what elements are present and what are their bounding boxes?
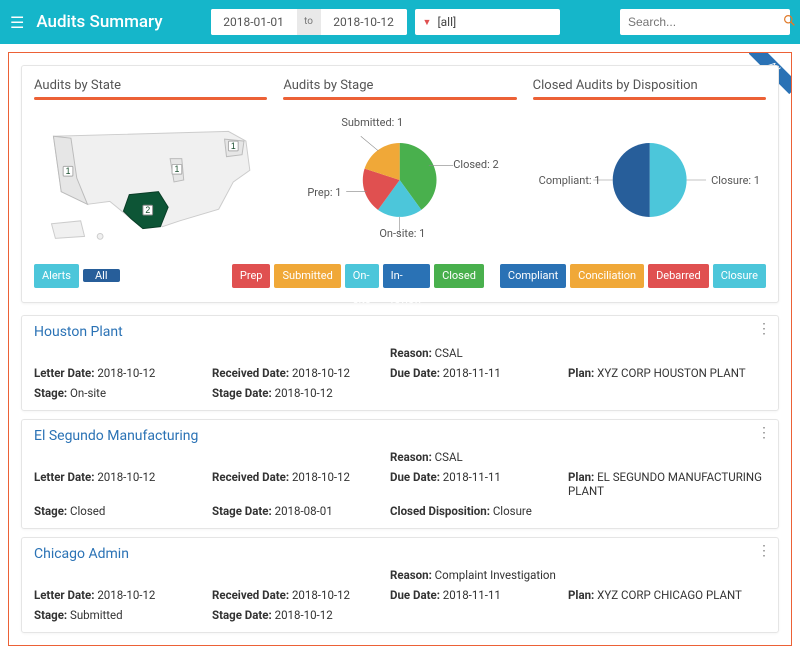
stage-pie-chart[interactable]: Submitted: 1 Closed: 2 On-site: 1 Prep: … <box>283 110 516 250</box>
pie-label: Closed: 2 <box>453 158 498 171</box>
search-icon[interactable] <box>783 14 796 31</box>
panel-by-state: Audits by State <box>34 78 267 250</box>
panel-by-stage: Audits by Stage <box>283 78 516 250</box>
prep-button[interactable]: Prep <box>232 264 271 288</box>
svg-text:1: 1 <box>174 164 179 174</box>
inreview-button[interactable]: In-review <box>383 264 431 288</box>
more-icon[interactable]: ⋮ <box>757 546 770 556</box>
panel-title: Audits by Stage <box>283 78 516 93</box>
alerts-button[interactable]: Alerts <box>34 264 79 288</box>
onsite-button[interactable]: On-site <box>345 264 379 288</box>
date-to[interactable]: 2018-10-12 <box>321 9 407 35</box>
topbar: ☰ Audits Summary 2018-01-01 to 2018-10-1… <box>0 0 800 44</box>
panel-title: Closed Audits by Disposition <box>533 78 766 93</box>
debarred-button[interactable]: Debarred <box>648 264 709 288</box>
panel-by-disposition: Closed Audits by Disposition Compliant: … <box>533 78 766 250</box>
svg-text:1: 1 <box>66 166 71 176</box>
state-marker-il: 1 <box>172 164 182 174</box>
audit-title-link[interactable]: Houston Plant <box>34 324 123 340</box>
page-title: Audits Summary <box>36 12 162 32</box>
filter-select[interactable]: ▼ [all] <box>415 9 560 35</box>
submitted-button[interactable]: Submitted <box>274 264 340 288</box>
audit-card: ⋮ Chicago Admin Reason: Complaint Invest… <box>21 537 779 633</box>
more-icon[interactable]: ⋮ <box>757 428 770 438</box>
filter-value: [all] <box>437 15 456 29</box>
more-icon[interactable]: ⋮ <box>757 324 770 334</box>
pie-label: On-site: 1 <box>379 227 425 240</box>
pie-label: Closure: 1 <box>711 174 760 187</box>
stage-buttons: Prep Submitted On-site In-review Closed <box>232 264 484 288</box>
date-from[interactable]: 2018-01-01 <box>211 9 297 35</box>
dashboard-card: Audits by State <box>21 65 779 303</box>
closed-button[interactable]: Closed <box>434 264 484 288</box>
search-input[interactable] <box>628 15 783 29</box>
date-range[interactable]: 2018-01-01 to 2018-10-12 <box>211 9 407 35</box>
map-chart[interactable]: 1 2 1 1 <box>34 110 267 250</box>
panel-title: Audits by State <box>34 78 267 93</box>
all-button-wrap: All <box>83 264 120 288</box>
date-to-label: to <box>297 9 321 35</box>
menu-icon[interactable]: ☰ <box>10 13 24 32</box>
conciliation-button[interactable]: Conciliation <box>570 264 644 288</box>
disposition-pie-chart[interactable]: Compliant: 1 Closure: 1 <box>533 110 766 250</box>
disposition-buttons: Compliant Conciliation Debarred Closure <box>500 264 766 288</box>
svg-text:1: 1 <box>231 141 236 151</box>
state-marker-ny: 1 <box>228 141 238 151</box>
chevron-down-icon: ▼ <box>423 17 432 28</box>
svg-text:2: 2 <box>145 205 150 215</box>
closure-button[interactable]: Closure <box>713 264 766 288</box>
pie-label: Submitted: 1 <box>341 116 403 129</box>
audit-title-link[interactable]: El Segundo Manufacturing <box>34 428 198 444</box>
main-frame: All Audits by State <box>8 52 792 646</box>
state-marker-tx: 2 <box>143 205 153 215</box>
search-wrap[interactable] <box>620 9 790 35</box>
pie-label: Prep: 1 <box>307 186 341 199</box>
view-buttons: Alerts All <box>34 264 216 288</box>
audit-title-link[interactable]: Chicago Admin <box>34 546 129 562</box>
all-button[interactable]: All <box>83 269 120 282</box>
state-marker-ca: 1 <box>63 166 73 176</box>
pie-label: Compliant: 1 <box>539 174 601 187</box>
audit-card: ⋮ El Segundo Manufacturing Reason: CSAL … <box>21 419 779 529</box>
audit-card: ⋮ Houston Plant Reason: CSAL Letter Date… <box>21 315 779 411</box>
audit-list: ⋮ Houston Plant Reason: CSAL Letter Date… <box>21 315 779 633</box>
compliant-button[interactable]: Compliant <box>500 264 566 288</box>
